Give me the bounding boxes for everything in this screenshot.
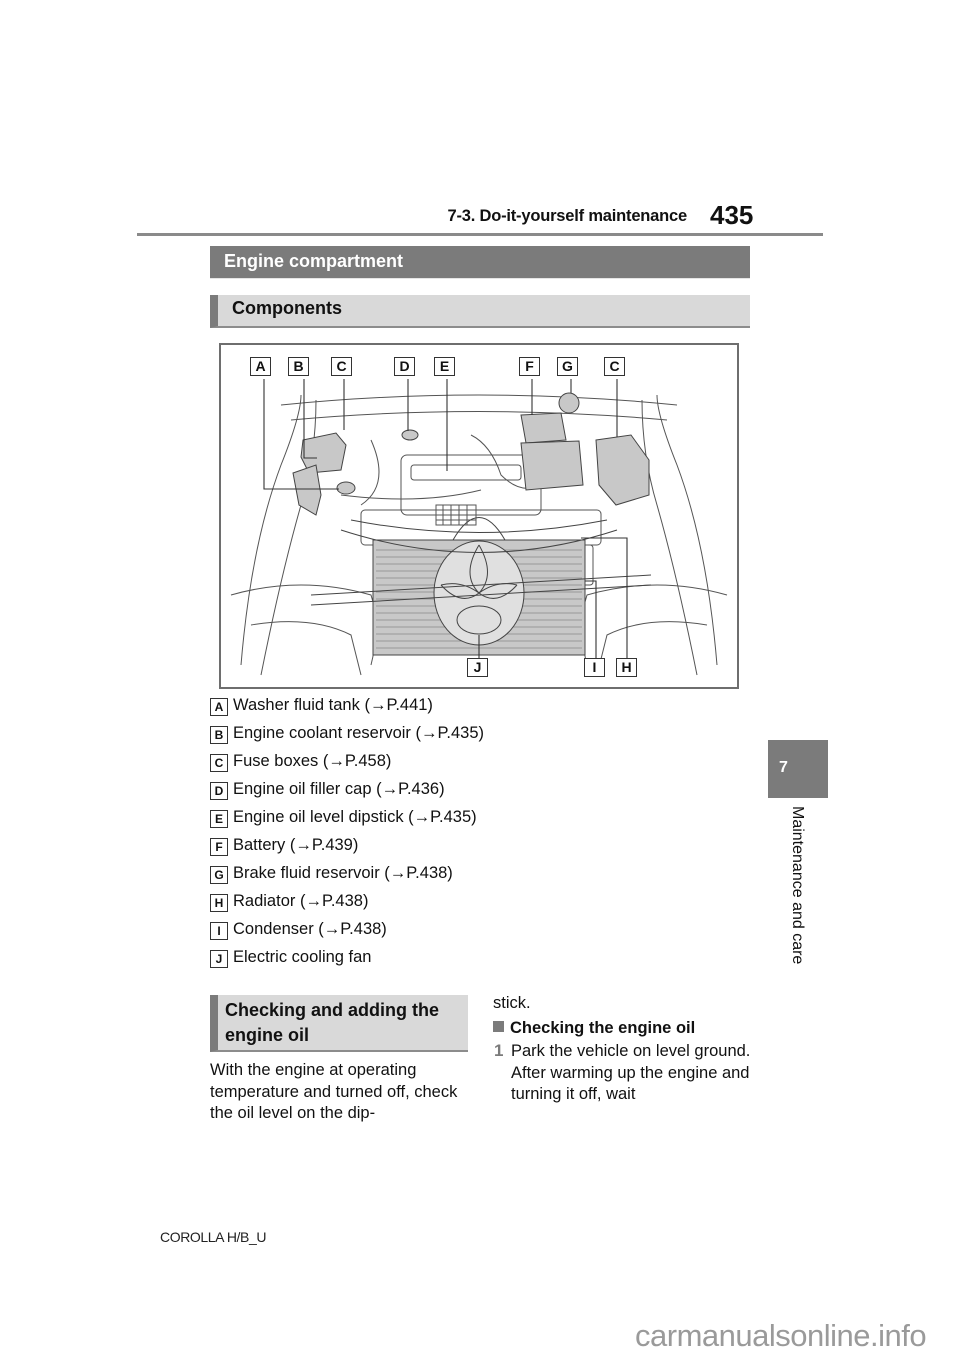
engine-block [400,454,542,516]
chapter-tab-label: Maintenance and care [789,806,806,965]
diagram-label-b: B [288,357,309,376]
legend-key: C [210,754,228,772]
running-header-section: 7-3. Do-it-yourself maintenance [447,207,687,225]
battery-shape [520,440,584,491]
legend-text: Radiator (→P.438) [233,892,369,910]
legend-text: Fuse boxes (→P.458) [233,752,392,770]
legend-key: D [210,782,228,800]
diagram-label-d: D [394,357,415,376]
right-fender-outline [656,394,718,666]
diagram-label-c-left: C [331,357,352,376]
legend-text: Brake fluid reservoir (→P.438) [233,864,453,882]
footer-model: COROLLA H/B_U [160,1229,267,1245]
washer-fluid-cap-shape [336,481,356,495]
leader-line-h [581,537,628,659]
square-bullet-icon [493,1021,504,1032]
left-fender-outline [240,394,302,666]
header-divider [137,233,823,236]
diagram-label-i: I [584,658,605,677]
oil-check-subheading-text: Checking the engine oil [510,1019,696,1037]
diagram-label-e: E [434,357,455,376]
diagram-label-g: G [557,357,578,376]
hood-latch-loop [452,517,506,541]
battery-cover-shape [520,412,567,444]
oil-filler-cap-shape [401,429,419,441]
legend-key: F [210,838,228,856]
diagram-label-c-right: C [604,357,625,376]
diagram-label-j: J [467,658,488,677]
legend-key: A [210,698,228,716]
coolant-reservoir-shape [292,464,322,516]
subsection-title: Components [210,295,750,328]
cowl-line [280,394,678,406]
step-text: Park the vehicle on level ground. After … [511,1042,751,1103]
legend-text: Washer fluid tank (→P.441) [233,696,433,714]
right-bumper-inner [596,621,708,676]
chapter-tab-number: 7 [779,759,788,776]
brake-fluid-reservoir-shape [558,392,580,414]
engine-illustration [230,379,728,676]
legend-key: I [210,922,228,940]
page-number: 435 [710,200,754,230]
chapter-tab[interactable] [768,740,828,798]
legend-text: Condenser (→P.438) [233,920,387,938]
diagram-label-a: A [250,357,271,376]
legend-text: Engine oil filler cap (→P.436) [233,780,445,798]
legend-text: Engine oil level dipstick (→P.435) [233,808,477,826]
diagram-label-h: H [616,658,637,677]
section-title: Engine compartment [210,246,750,279]
legend-text: Electric cooling fan [233,948,372,966]
watermark: carmanualsonline.info [635,1318,927,1353]
step-number: 1 [494,1041,504,1060]
legend-text: Engine coolant reservoir (→P.435) [233,724,484,742]
fuse-box-left-shape [300,432,347,474]
oil-check-subheading: Checking the engine oil [493,1019,695,1038]
oil-section-intro-continued: stick. [493,994,531,1012]
legend-key: J [210,950,228,968]
legend-key: E [210,810,228,828]
fuse-box-right-shape [595,434,650,506]
oil-section-title: Checking and adding the engine oil [210,995,468,1052]
left-bumper-inner [250,621,362,676]
legend-key: B [210,726,228,744]
oil-section-intro: With the engine at operating temperature… [210,1061,458,1122]
right-inner-fender [641,399,698,676]
legend-key: H [210,894,228,912]
diagram-label-f: F [519,357,540,376]
legend-text: Battery (→P.439) [233,836,359,854]
engine-compartment-diagram: A B C D E F G C J I H [219,343,739,689]
cowl-line-2 [290,411,668,421]
legend-key: G [210,866,228,884]
